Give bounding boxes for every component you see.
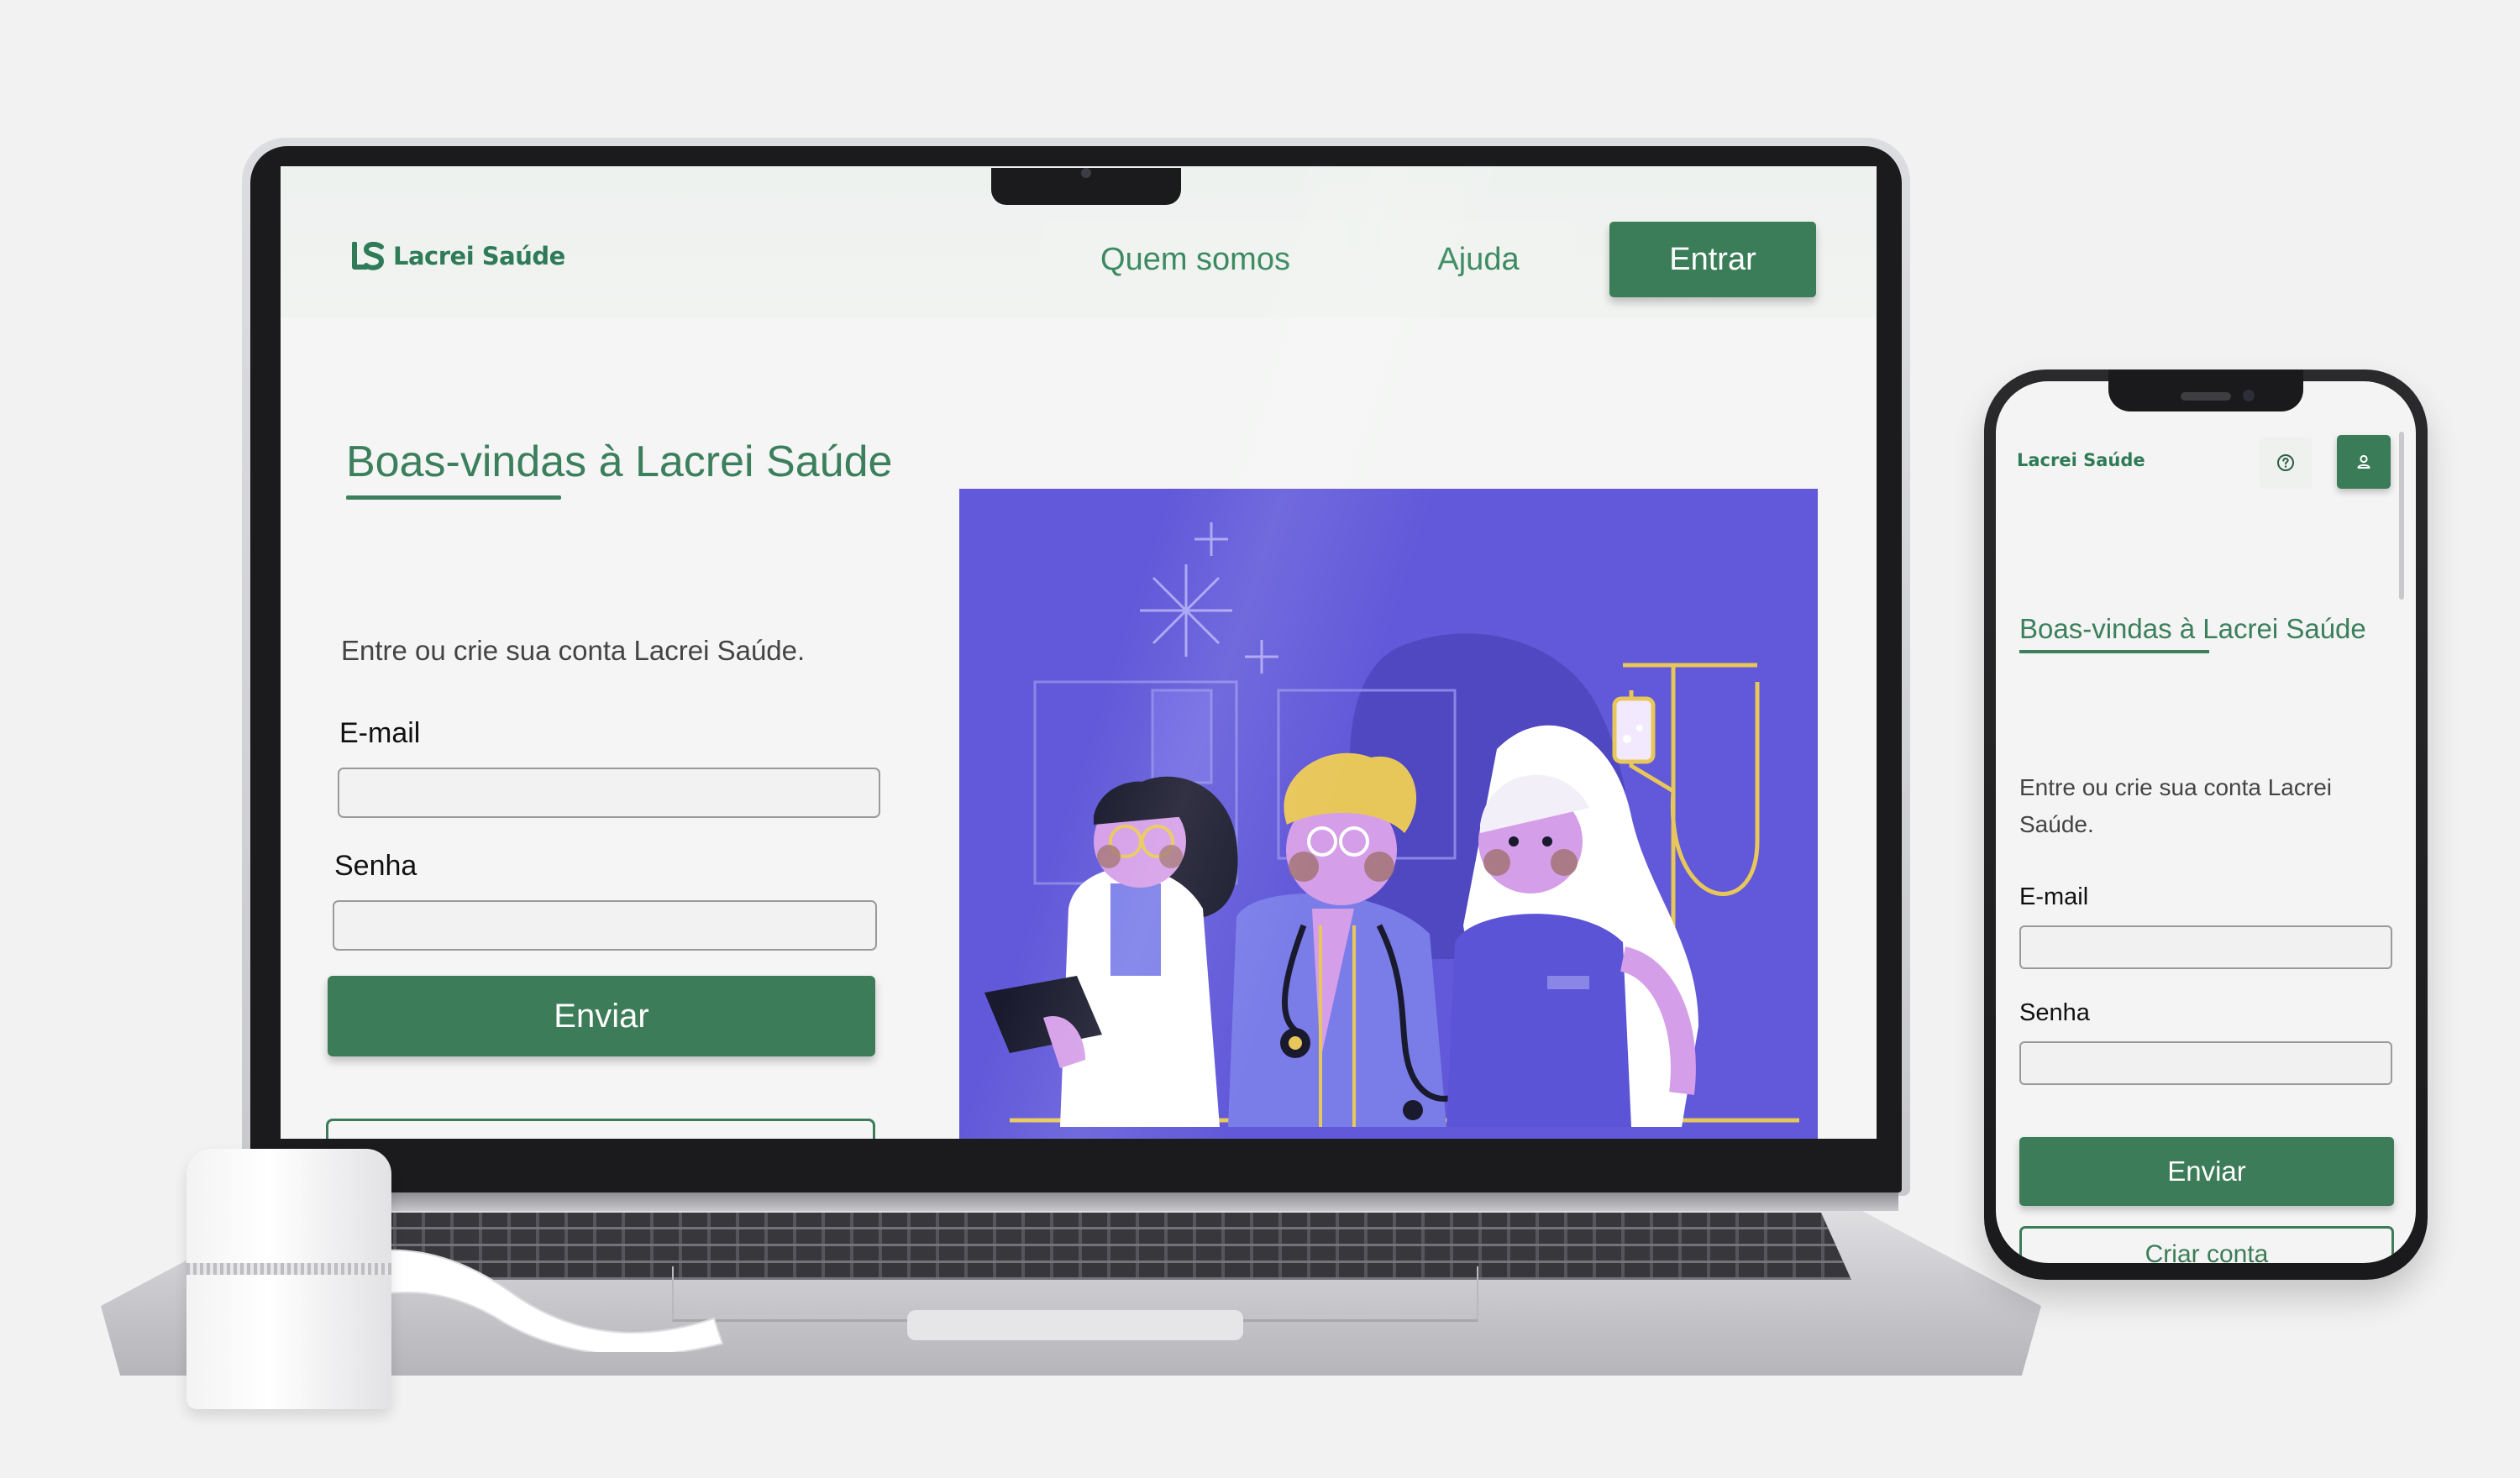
- mobile-page-title: Boas-vindas à Lacrei Saúde: [2019, 613, 2366, 644]
- submit-button[interactable]: Enviar: [328, 976, 875, 1056]
- lacrei-logo-icon: [352, 242, 385, 270]
- mobile-title-underline: [2019, 650, 2209, 653]
- logo-text: Lacrei Saúde: [393, 242, 565, 270]
- title-underline: [346, 495, 561, 500]
- laptop-front-notch: [907, 1310, 1243, 1340]
- intro-text: Entre ou crie sua conta Lacrei Saúde.: [341, 635, 806, 666]
- help-button[interactable]: [2260, 437, 2312, 489]
- email-input[interactable]: [338, 768, 880, 818]
- cable-clip: [186, 1149, 391, 1409]
- password-label: Senha: [334, 850, 417, 882]
- email-label: E-mail: [339, 717, 421, 749]
- create-account-button[interactable]: [326, 1119, 875, 1139]
- doctors-illustration: [959, 489, 1818, 1139]
- password-input[interactable]: [333, 900, 877, 951]
- mobile-logo[interactable]: Lacrei Saúde: [2017, 450, 2145, 470]
- phone-speaker: [2181, 392, 2231, 401]
- mobile-submit-button[interactable]: Enviar: [2019, 1137, 2394, 1206]
- cable-clip-band: [186, 1263, 391, 1275]
- laptop-hinge: [269, 1192, 1898, 1211]
- page-title: Boas-vindas à Lacrei Saúde: [346, 438, 893, 486]
- nav-link-help[interactable]: Ajuda: [1381, 222, 1576, 297]
- user-button[interactable]: [2337, 435, 2391, 489]
- mobile-password-input[interactable]: [2019, 1041, 2392, 1085]
- mobile-email-input[interactable]: [2019, 925, 2392, 969]
- phone-camera: [2243, 390, 2255, 401]
- mobile-password-label: Senha: [2019, 999, 2090, 1026]
- nav-link-about[interactable]: Quem somos: [1042, 222, 1348, 297]
- user-icon: [2357, 454, 2370, 469]
- desktop-login-page: Lacrei Saúde Quem somos Ajuda Entrar Boa…: [281, 166, 1877, 1139]
- scrollbar[interactable]: [2399, 432, 2404, 600]
- mobile-create-account-button[interactable]: Criar conta: [2019, 1226, 2394, 1263]
- mobile-intro-text: Entre ou crie sua conta Lacrei Saúde.: [2019, 774, 2332, 837]
- laptop-camera: [1081, 168, 1091, 178]
- phone-notch: [2108, 370, 2303, 411]
- lacrei-logo[interactable]: Lacrei Saúde: [351, 242, 565, 270]
- mobile-login-page: Lacrei Saúde Boas-vindas à Lacrei Saúde …: [1996, 381, 2416, 1263]
- mobile-email-label: E-mail: [2019, 883, 2089, 910]
- login-button[interactable]: Entrar: [1609, 222, 1816, 297]
- question-circle-icon: [2277, 454, 2294, 471]
